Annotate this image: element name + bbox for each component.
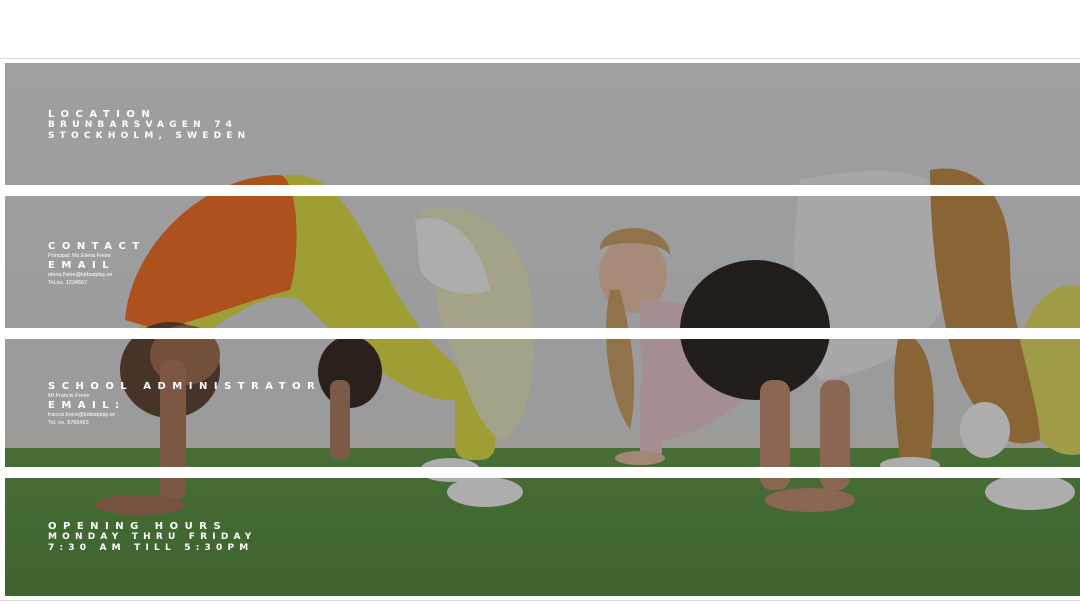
administrator-email[interactable]: francis.freire@kidsatplay.se bbox=[48, 411, 321, 419]
administrator-text: SCHOOL ADMINISTRATOR Mr.Francis Freire E… bbox=[48, 381, 321, 427]
contact-email-heading: EMAIL bbox=[48, 260, 116, 271]
bottom-divider bbox=[0, 600, 1080, 601]
hours-heading: OPENING HOURS bbox=[48, 521, 228, 532]
administrator-email-heading: EMAIL: bbox=[48, 400, 126, 411]
contact-panel: CONTACT Principal: Ms.Elena Freire EMAIL… bbox=[5, 196, 1080, 328]
principal-email[interactable]: elena.freire@kidsatplay.se bbox=[48, 271, 146, 279]
top-divider bbox=[0, 58, 1080, 59]
administrator-name: Mr.Francis Freire bbox=[48, 393, 90, 399]
contact-heading: CONTACT bbox=[48, 241, 146, 252]
location-city: STOCKHOLM, SWEDEN bbox=[48, 131, 251, 141]
contact-text: CONTACT Principal: Ms.Elena Freire EMAIL… bbox=[48, 241, 146, 287]
location-heading: LOCATION bbox=[48, 109, 157, 120]
principal-name: Principal: Ms.Elena Freire bbox=[48, 253, 111, 259]
hours-days: MONDAY THRU FRIDAY bbox=[48, 532, 257, 542]
location-text: LOCATION BRUNBARSVAGEN 74 STOCKHOLM, SWE… bbox=[48, 109, 250, 142]
administrator-heading: SCHOOL ADMINISTRATOR bbox=[48, 381, 322, 392]
hours-text: OPENING HOURS MONDAY THRU FRIDAY 7:30 AM… bbox=[48, 521, 257, 554]
location-street: BRUNBARSVAGEN 74 bbox=[48, 120, 238, 130]
principal-phone: Tel.no. 1234567 bbox=[48, 280, 88, 286]
administrator-panel: SCHOOL ADMINISTRATOR Mr.Francis Freire E… bbox=[5, 339, 1080, 467]
location-panel: LOCATION BRUNBARSVAGEN 74 STOCKHOLM, SWE… bbox=[5, 63, 1080, 185]
hours-time: 7:30 AM TILL 5:30PM bbox=[48, 543, 254, 553]
administrator-phone: Tel. no. 8765463 bbox=[48, 420, 89, 426]
hours-panel: OPENING HOURS MONDAY THRU FRIDAY 7:30 AM… bbox=[5, 478, 1080, 596]
